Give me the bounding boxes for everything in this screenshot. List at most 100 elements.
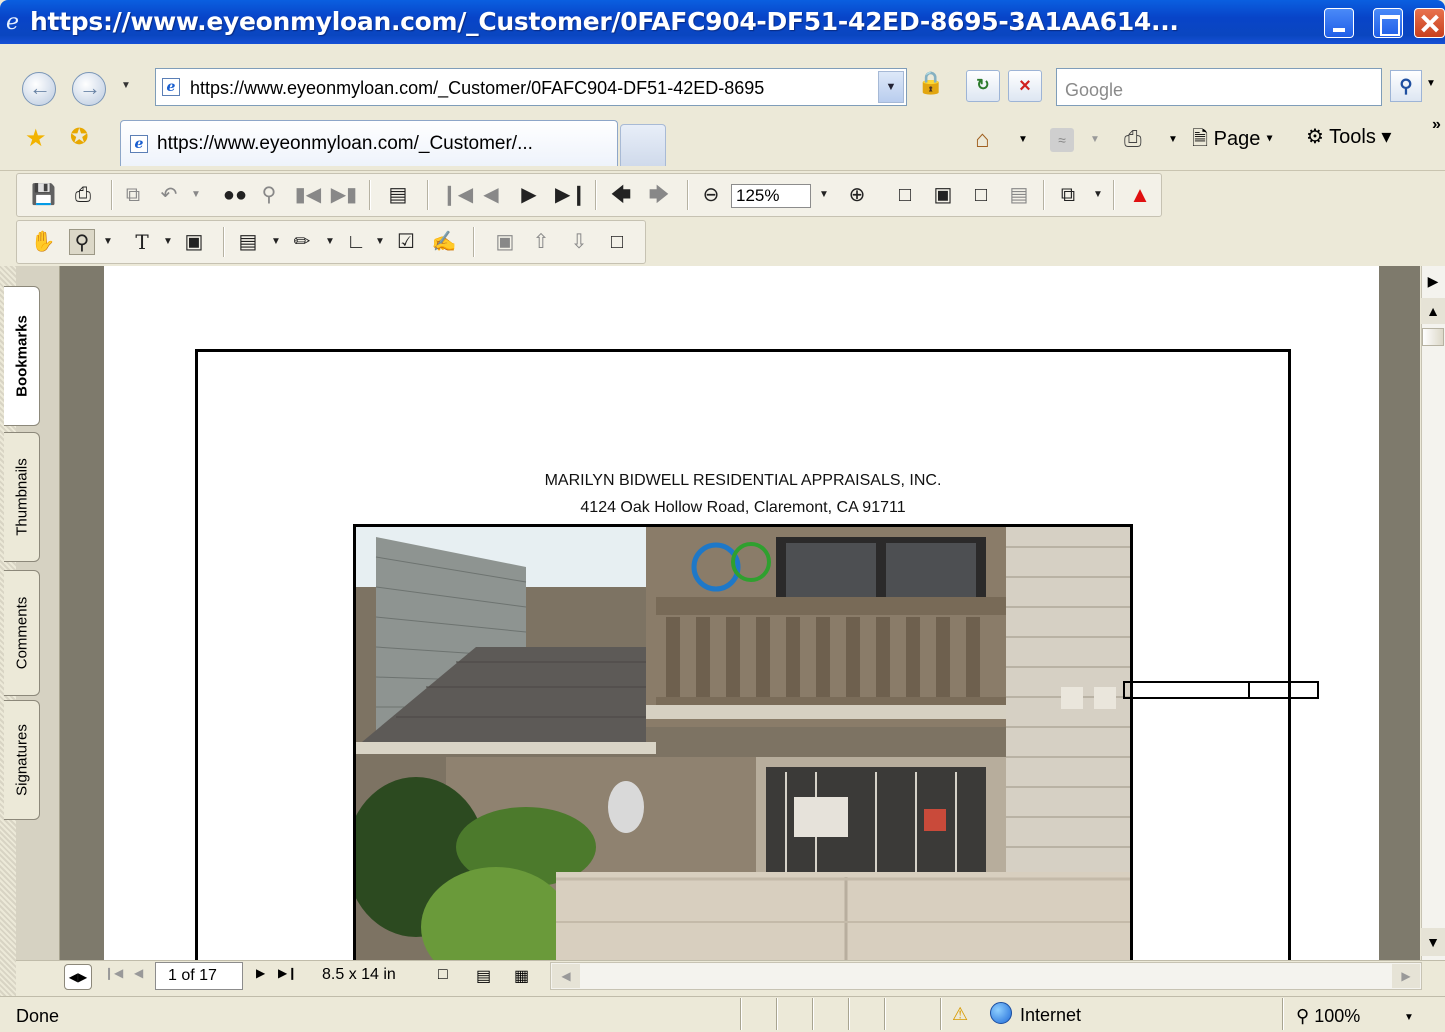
forward-button[interactable]: → [72, 72, 106, 106]
address-field[interactable]: e https://www.eyeonmyloan.com/_Customer/… [155, 68, 907, 106]
next-page-button[interactable]: ▶ [256, 966, 265, 980]
stop-button[interactable]: × [1008, 70, 1042, 102]
zoom-tool-dropdown[interactable]: ▼ [101, 229, 115, 255]
adobe-icon[interactable]: ▲ [1125, 182, 1155, 208]
snapshot-icon[interactable]: ▣ [181, 229, 207, 255]
select-dropdown[interactable]: ▼ [161, 229, 175, 255]
rotate-dropdown[interactable]: ▼ [1091, 182, 1105, 208]
single-page-icon[interactable]: □ [438, 966, 448, 984]
lock-icon[interactable]: 🔒 [915, 70, 947, 102]
next-document-icon[interactable]: ▶▮ [329, 182, 359, 208]
first-page-icon[interactable]: ❙◀ [441, 182, 473, 208]
refresh-icon: ↻ [976, 77, 990, 94]
pencil-icon[interactable]: ✏ [289, 229, 315, 255]
fit-width-icon[interactable]: □ [969, 182, 993, 208]
move-up-icon[interactable]: ⇧ [529, 229, 553, 255]
move-down-icon[interactable]: ⇩ [567, 229, 591, 255]
address-dropdown-button[interactable]: ▼ [878, 71, 904, 103]
previous-page-icon[interactable]: ◀ [481, 182, 501, 208]
back-button[interactable]: ← [22, 72, 56, 106]
security-zone-icon[interactable]: ⚠ [952, 1004, 968, 1025]
home-icon[interactable]: ⌂ [975, 126, 990, 154]
page-number-field[interactable]: 1 of 17 [155, 962, 243, 990]
add-favorite-icon[interactable]: ✪ [70, 124, 88, 150]
scroll-left-button[interactable]: ◀ [552, 964, 580, 988]
minimize-button[interactable] [1324, 8, 1354, 38]
zoom-in-icon[interactable]: ⊕ [845, 182, 869, 208]
scroll-right-button[interactable]: ▶ [1392, 964, 1420, 988]
page-ie-icon: e [162, 78, 180, 96]
feed-dropdown[interactable]: ▼ [1090, 134, 1100, 145]
note-icon[interactable]: ▤ [235, 229, 261, 255]
new-tab-button[interactable] [620, 124, 666, 166]
tab-comments[interactable]: Comments [4, 570, 40, 696]
actual-size-icon[interactable]: □ [893, 182, 917, 208]
feed-icon[interactable]: ≈ [1050, 128, 1074, 152]
tab-thumbnails[interactable]: Thumbnails [4, 432, 40, 562]
horizontal-scrollbar[interactable] [550, 962, 1422, 990]
toggle-nav-pane-icon[interactable]: ◀▶ [64, 964, 92, 990]
extract-page-icon[interactable]: □ [605, 229, 629, 255]
zoom-level-field[interactable]: 125% [731, 184, 811, 208]
search-input[interactable]: Google [1056, 68, 1382, 106]
select-text-icon[interactable]: T [129, 229, 155, 255]
sign-icon[interactable]: ✍ [431, 229, 457, 255]
home-dropdown[interactable]: ▼ [1018, 134, 1028, 145]
rotate-view-icon[interactable]: ⧉ [1055, 182, 1081, 208]
next-view-icon[interactable]: 🡆 [647, 182, 671, 208]
scroll-thumb[interactable] [1422, 328, 1444, 346]
page-menu-button[interactable]: 🗎 Page ▾ [1192, 124, 1273, 158]
save-icon[interactable]: 💾 [31, 182, 56, 208]
last-page-button[interactable]: ▶❙ [278, 966, 297, 980]
pencil-dropdown[interactable]: ▼ [323, 229, 337, 255]
refresh-button[interactable]: ↻ [966, 70, 1000, 102]
vertical-scrollbar[interactable] [1421, 266, 1445, 960]
previous-view-icon[interactable]: 🡄 [609, 182, 633, 208]
fit-page-icon[interactable]: ▣ [931, 182, 955, 208]
search-document-icon[interactable]: ⚲ [257, 182, 281, 208]
previous-page-button[interactable]: ◀ [134, 966, 143, 980]
find-icon[interactable]: ●● [221, 182, 249, 208]
highlight-icon[interactable]: ∟ [343, 229, 369, 255]
search-button[interactable]: ⚲ [1390, 70, 1422, 102]
tab-current[interactable]: e https://www.eyeonmyloan.com/_Customer/… [120, 120, 618, 166]
first-page-button[interactable]: ❙◀ [104, 966, 123, 980]
favorites-star-icon[interactable]: ★ [25, 124, 47, 153]
reflow-icon[interactable]: ▤ [1007, 182, 1031, 208]
collapse-pane-arrow-icon[interactable]: ▶ [1421, 268, 1445, 294]
zoom-status-dropdown[interactable]: ▼ [1404, 1012, 1414, 1023]
note-dropdown[interactable]: ▼ [269, 229, 283, 255]
close-button[interactable] [1414, 8, 1445, 38]
zoom-out-icon[interactable]: ⊖ [699, 182, 723, 208]
address-url[interactable]: https://www.eyeonmyloan.com/_Customer/0F… [190, 78, 880, 99]
spellcheck-icon[interactable]: ☑ [393, 229, 419, 255]
more-commands-chevron[interactable]: » [1432, 116, 1441, 134]
zoom-status-button[interactable]: ⚲ 100% [1296, 1006, 1360, 1027]
print-icon[interactable]: ⎙ [1124, 126, 1142, 152]
next-page-icon[interactable]: ▶ [519, 182, 539, 208]
hand-icon[interactable]: ✋ [29, 229, 57, 255]
tab-signatures[interactable]: Signatures [4, 700, 40, 820]
last-page-icon[interactable]: ▶❙ [555, 182, 587, 208]
undo-icon[interactable]: ↶ [157, 182, 181, 208]
rotate-page-icon[interactable]: ▣ [493, 229, 517, 255]
scroll-up-button[interactable]: ▲ [1421, 298, 1445, 324]
tab-bookmarks[interactable]: Bookmarks [4, 286, 40, 426]
status-text: Done [16, 1006, 60, 1026]
previous-document-icon[interactable]: ▮◀ [293, 182, 323, 208]
document-properties-icon[interactable]: ▤ [385, 182, 411, 208]
zoom-dropdown[interactable]: ▼ [817, 182, 831, 208]
scroll-down-button[interactable]: ▼ [1421, 928, 1445, 956]
facing-pages-icon[interactable]: ▦ [514, 966, 529, 986]
copy-icon[interactable]: ⧉ [121, 182, 145, 208]
print-icon[interactable]: ⎙ [71, 182, 95, 208]
continuous-icon[interactable]: ▤ [476, 966, 491, 986]
recent-pages-dropdown[interactable]: ▼ [121, 80, 131, 91]
search-options-dropdown[interactable]: ▼ [1426, 78, 1436, 89]
print-dropdown[interactable]: ▼ [1168, 134, 1178, 145]
highlight-dropdown[interactable]: ▼ [373, 229, 387, 255]
maximize-button[interactable] [1373, 8, 1403, 38]
tools-menu-button[interactable]: ⚙ Tools ▾ [1306, 124, 1391, 149]
zoom-in-icon[interactable]: ⚲ [69, 229, 95, 255]
undo-dropdown[interactable]: ▼ [189, 182, 203, 208]
